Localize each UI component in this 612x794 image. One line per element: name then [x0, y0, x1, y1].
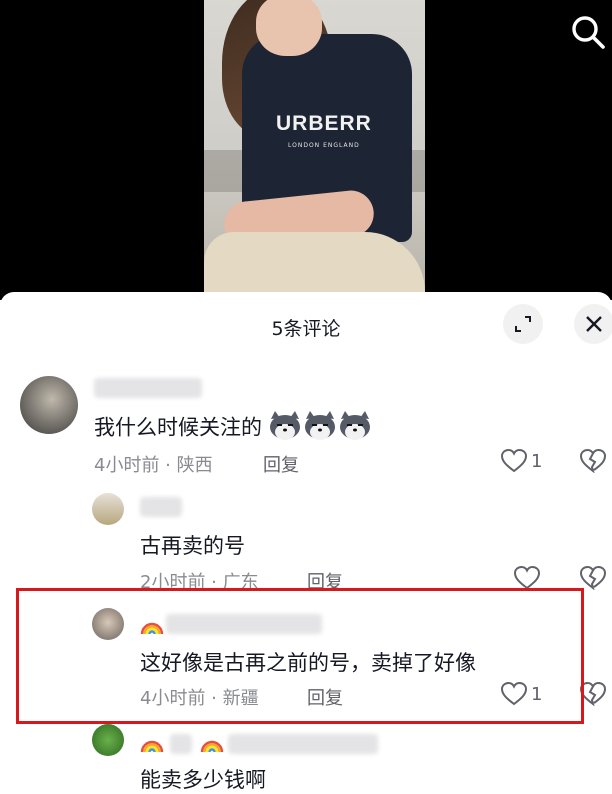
- expand-icon: [515, 316, 531, 332]
- rainbow-icon: [140, 740, 164, 753]
- avatar[interactable]: [92, 724, 124, 756]
- comment-meta: 4小时前 · 陕西: [94, 455, 213, 476]
- comment-text: 我什么时候关注的: [94, 411, 371, 446]
- comment-text: 古再卖的号: [140, 534, 245, 558]
- search-icon[interactable]: [568, 12, 608, 52]
- rainbow-icon: [200, 740, 224, 753]
- username-blurred[interactable]: [228, 734, 378, 754]
- avatar[interactable]: [92, 493, 124, 525]
- video-player[interactable]: URBERR LONDON ENGLAND: [0, 0, 612, 300]
- like-count: 1: [531, 451, 543, 472]
- close-icon: [586, 316, 602, 332]
- dough: [204, 232, 425, 292]
- video-frame: URBERR LONDON ENGLAND: [204, 0, 425, 292]
- close-button[interactable]: [574, 304, 612, 344]
- username-blurred[interactable]: [140, 497, 182, 517]
- shirt-print-sub: LONDON ENGLAND: [288, 142, 360, 149]
- broken-heart-icon[interactable]: [580, 449, 606, 473]
- highlight-box: [16, 588, 584, 724]
- expand-button[interactable]: [503, 304, 543, 344]
- reply-button[interactable]: 回复: [263, 451, 299, 477]
- husky-emoji-icon: [269, 411, 371, 446]
- broken-heart-icon[interactable]: [580, 566, 606, 590]
- person-face: [256, 0, 322, 56]
- username-blurred[interactable]: [170, 734, 192, 754]
- avatar[interactable]: [20, 376, 78, 434]
- heart-icon[interactable]: [501, 449, 527, 473]
- heart-icon[interactable]: [514, 566, 540, 590]
- shirt-print: URBERR: [276, 112, 372, 135]
- username-blurred[interactable]: [94, 378, 202, 398]
- comment-text: 能卖多少钱啊: [140, 768, 266, 792]
